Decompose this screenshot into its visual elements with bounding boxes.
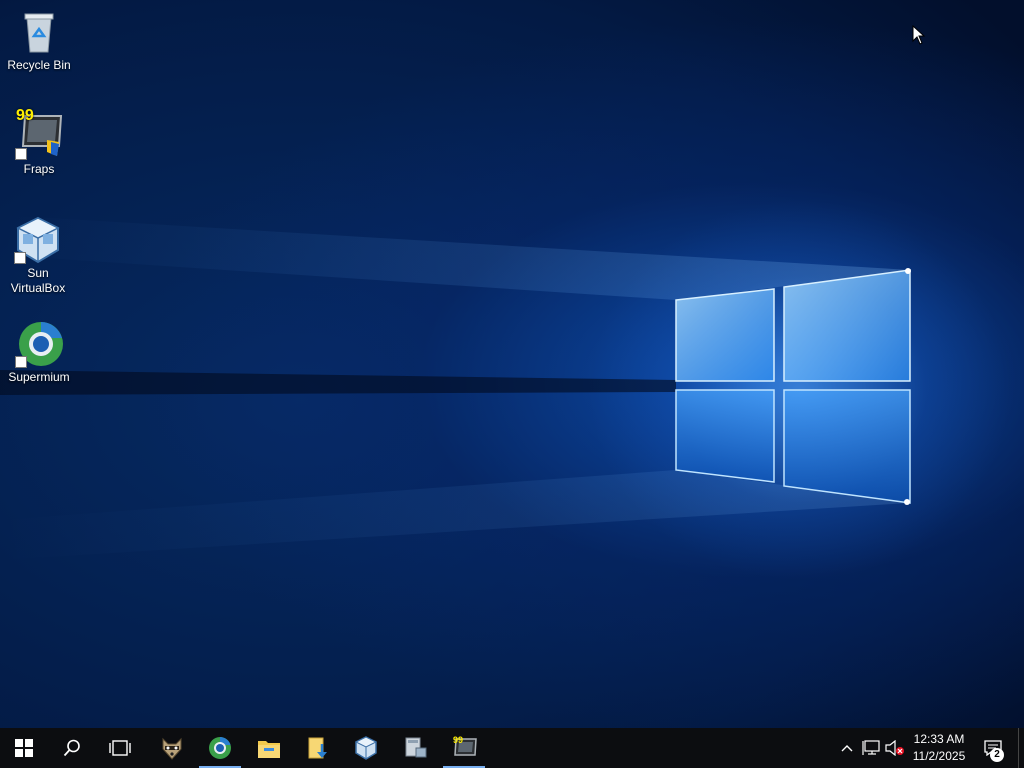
- taskbar: 99 12:33 AM 11/2/2025: [0, 728, 1024, 768]
- desktop-icon-label: Recycle Bin: [7, 58, 71, 72]
- taskbar-supermium[interactable]: [197, 728, 243, 768]
- show-hidden-icons-button[interactable]: [838, 728, 856, 768]
- desktop-icon-virtualbox[interactable]: Sun VirtualBox: [0, 216, 77, 296]
- volume-muted-icon: [885, 740, 904, 756]
- network-icon: [862, 740, 880, 755]
- supermium-icon: [15, 320, 63, 368]
- desktop-icon-recycle-bin[interactable]: Recycle Bin: [0, 8, 78, 73]
- taskbar-file-explorer[interactable]: [246, 728, 292, 768]
- taskbar-raccoon-app[interactable]: [149, 728, 195, 768]
- shortcut-arrow-icon: [15, 356, 27, 368]
- network-tray-button[interactable]: [860, 728, 882, 768]
- desktop-icon-label: Fraps: [23, 162, 55, 176]
- mouse-cursor-icon: [912, 25, 926, 45]
- start-button[interactable]: [0, 728, 48, 768]
- fraps-icon: 99: [15, 108, 63, 160]
- raccoon-app-icon: [162, 737, 182, 760]
- desktop-icon-label: Supermium: [8, 370, 70, 384]
- supermium-icon: [209, 737, 231, 759]
- downloads-folder-icon: [308, 737, 327, 759]
- desktop-icon-supermium[interactable]: Supermium: [0, 320, 78, 385]
- desktop-icon-label: Sun VirtualBox: [10, 266, 66, 295]
- show-desktop-button[interactable]: [1018, 728, 1024, 768]
- taskbar-computer[interactable]: [392, 728, 438, 768]
- task-view-button[interactable]: [97, 728, 143, 768]
- desktop-icon-fraps[interactable]: 99 Fraps: [0, 108, 78, 177]
- clock-button[interactable]: 12:33 AM 11/2/2025: [904, 728, 974, 768]
- recycle-bin-icon: [15, 8, 63, 56]
- virtualbox-icon: [354, 736, 378, 760]
- search-button[interactable]: [49, 728, 95, 768]
- desktop-background[interactable]: Recycle Bin 99 Fraps Sun VirtualBox Supe…: [0, 0, 1024, 728]
- search-icon: [63, 739, 80, 757]
- clock-date: 11/2/2025: [912, 749, 966, 763]
- notification-count-badge: 2: [990, 748, 1004, 762]
- windows-wallpaper-logo: [0, 215, 911, 560]
- task-view-icon: [109, 740, 131, 756]
- windows-start-icon: [15, 739, 33, 757]
- taskbar-fraps[interactable]: 99: [441, 728, 487, 768]
- computer-icon: [405, 737, 427, 758]
- shortcut-arrow-icon: [15, 148, 27, 160]
- volume-tray-button[interactable]: [884, 728, 906, 768]
- shortcut-arrow-icon: [14, 252, 26, 264]
- file-explorer-icon: [258, 741, 280, 758]
- virtualbox-icon: [14, 216, 62, 264]
- taskbar-virtualbox[interactable]: [343, 728, 389, 768]
- fraps-fps-badge: 99: [453, 735, 464, 745]
- chevron-up-icon: [841, 745, 853, 752]
- taskbar-downloads[interactable]: [295, 728, 341, 768]
- fraps-fps-badge: 99: [16, 107, 34, 124]
- clock-time: 12:33 AM: [913, 732, 965, 746]
